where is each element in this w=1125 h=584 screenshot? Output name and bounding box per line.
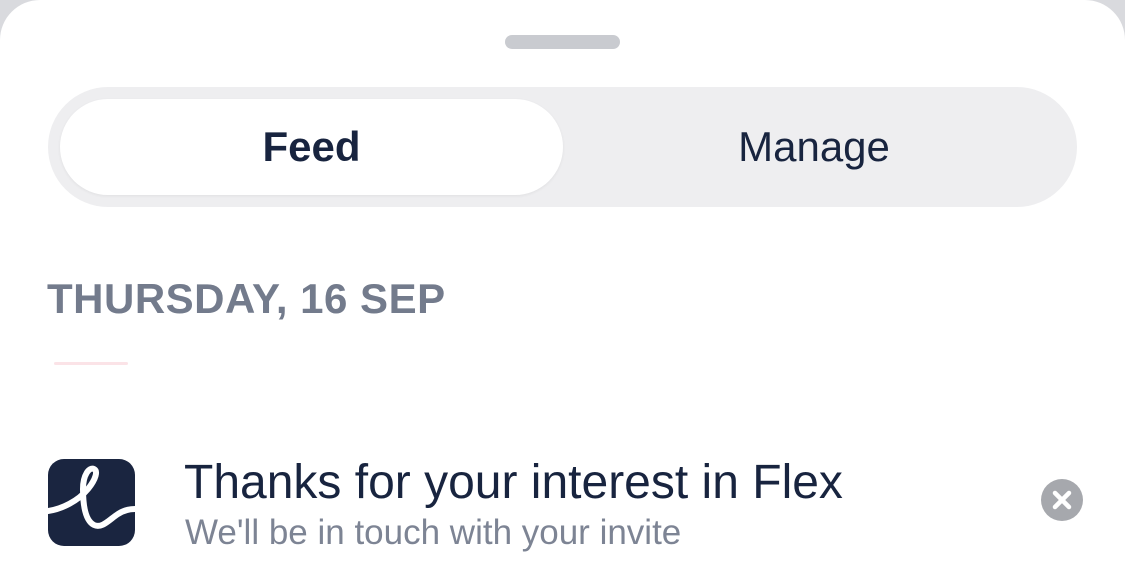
tab-feed-label: Feed xyxy=(262,123,361,170)
tab-manage-label: Manage xyxy=(738,123,890,170)
tab-feed[interactable]: Feed xyxy=(60,99,563,195)
notification-title: Thanks for your interest in Flex xyxy=(184,456,843,509)
segmented-control: Feed Manage xyxy=(48,87,1077,207)
close-circle-icon[interactable] xyxy=(1041,479,1083,521)
section-divider xyxy=(54,362,128,365)
notification-subtitle: We'll be in touch with your invite xyxy=(185,513,682,552)
flex-logo-icon xyxy=(48,459,135,546)
tab-manage[interactable]: Manage xyxy=(563,99,1065,195)
date-section-header: THURSDAY, 16 SEP xyxy=(47,275,446,322)
bottom-sheet: Feed Manage THURSDAY, 16 SEP Thanks for … xyxy=(0,0,1125,584)
notification-item[interactable]: Thanks for your interest in Flex We'll b… xyxy=(0,440,1125,584)
sheet-grabber-handle[interactable] xyxy=(505,35,620,49)
